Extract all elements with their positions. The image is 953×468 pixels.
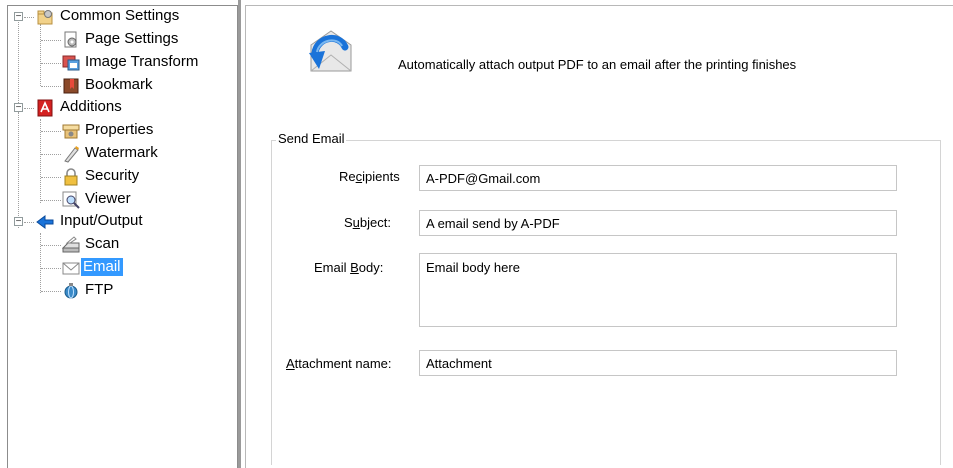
ftp-globe-icon <box>64 283 78 299</box>
collapse-additions-toggle[interactable]: − <box>14 103 23 113</box>
subject-label: Subject: <box>344 215 391 230</box>
panel-description: Automatically attach output PDF to an em… <box>398 57 797 72</box>
tree-item-properties[interactable]: Properties <box>83 121 155 139</box>
tree-connector <box>41 154 61 155</box>
settings-tree <box>7 5 238 468</box>
tree-item-scan[interactable]: Scan <box>83 235 121 253</box>
tree-item-input-output[interactable]: Input/Output <box>58 212 145 230</box>
panel-splitter[interactable] <box>238 0 241 468</box>
properties-icon <box>62 124 80 139</box>
security-lock-icon <box>64 168 78 186</box>
tree-connector <box>40 233 41 293</box>
tree-item-viewer[interactable]: Viewer <box>83 190 133 208</box>
tree-connector <box>41 200 61 201</box>
viewer-magnifier-icon <box>62 191 80 209</box>
scanner-icon <box>62 236 80 253</box>
page-settings-icon <box>64 31 77 48</box>
settings-folder-icon <box>37 10 53 25</box>
attachment-name-label: Attachment name: <box>286 356 392 371</box>
tree-connector <box>18 18 19 113</box>
tree-item-additions[interactable]: Additions <box>58 98 124 116</box>
tree-connector <box>24 17 34 18</box>
tree-item-bookmark[interactable]: Bookmark <box>83 76 155 94</box>
email-attach-arrow-icon <box>309 30 352 72</box>
bookmark-icon <box>63 78 79 94</box>
subject-input[interactable]: A email send by A-PDF <box>419 210 897 236</box>
collapse-input-output-toggle[interactable]: − <box>14 217 23 227</box>
tree-connector <box>41 291 61 292</box>
watermark-icon <box>64 146 79 163</box>
pdf-additions-icon <box>37 99 53 117</box>
envelope-icon <box>62 262 80 275</box>
tree-connector <box>41 131 61 132</box>
tree-connector <box>41 63 61 64</box>
tree-connector <box>41 268 61 269</box>
tree-item-email[interactable]: Email <box>81 258 123 276</box>
send-email-group-title: Send Email <box>276 131 347 146</box>
tree-connector <box>24 222 34 223</box>
tree-item-security[interactable]: Security <box>83 167 141 185</box>
tree-connector <box>40 24 41 86</box>
tree-item-watermark[interactable]: Watermark <box>83 144 160 162</box>
email-body-label: Email Body: <box>314 260 384 275</box>
tree-connector <box>41 245 61 246</box>
tree-connector <box>41 40 61 41</box>
email-body-textarea[interactable]: Email body here <box>419 253 897 327</box>
recipients-input[interactable]: A-PDF@Gmail.com <box>419 165 897 191</box>
image-transform-icon <box>62 55 80 71</box>
tree-item-page-settings[interactable]: Page Settings <box>83 30 180 48</box>
input-output-arrow-icon <box>36 215 54 229</box>
tree-item-image-transform[interactable]: Image Transform <box>83 53 200 71</box>
collapse-common-settings-toggle[interactable]: − <box>14 12 23 22</box>
recipients-label: Recipients <box>339 169 400 184</box>
tree-item-common-settings[interactable]: Common Settings <box>58 7 181 25</box>
tree-connector <box>41 86 61 87</box>
tree-connector <box>24 108 34 109</box>
tree-item-ftp[interactable]: FTP <box>83 281 115 299</box>
attachment-name-input[interactable]: Attachment <box>419 350 897 376</box>
tree-connector <box>18 113 19 228</box>
tree-connector <box>41 177 61 178</box>
